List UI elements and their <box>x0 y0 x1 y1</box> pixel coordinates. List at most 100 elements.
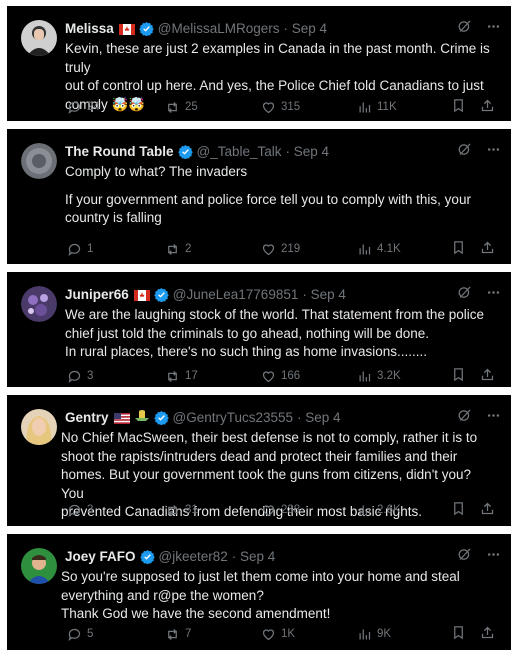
verified-badge-icon <box>154 287 169 302</box>
grok-icon[interactable] <box>457 142 472 160</box>
like-count: 219 <box>281 243 301 255</box>
grok-icon[interactable] <box>457 285 472 303</box>
views-icon <box>359 371 371 381</box>
retweet-icon <box>168 101 177 113</box>
avatar[interactable] <box>21 143 57 179</box>
verified-badge-icon <box>153 410 169 425</box>
retweet-icon <box>168 504 177 516</box>
tweet-line: chief just told the criminals to go ahea… <box>65 325 429 341</box>
tweet-line: shoot the rapists/intruders dead and pro… <box>61 448 458 464</box>
like-button[interactable]: 166 <box>261 367 300 385</box>
grok-icon[interactable] <box>457 408 472 426</box>
reply-icon <box>68 504 81 517</box>
more-options-icon[interactable] <box>486 142 501 160</box>
more-options-icon[interactable] <box>486 19 501 37</box>
tweet-line: homes. But your government took the guns… <box>61 467 472 501</box>
retweet-count: 17 <box>185 370 198 382</box>
tweet-header: The Round Table @_Table_Talk · Sep 4 <box>65 141 501 161</box>
more-options-icon[interactable] <box>486 408 501 426</box>
canada-flag-icon <box>133 289 150 301</box>
author-name[interactable]: Gentry <box>65 410 109 425</box>
heart-icon <box>262 628 275 640</box>
reply-icon <box>68 628 81 641</box>
views-count: 9K <box>377 628 392 640</box>
retweet-button[interactable]: 7 <box>165 625 191 643</box>
like-button[interactable]: 219 <box>261 240 300 258</box>
author-name[interactable]: Joey FAFO <box>65 549 136 564</box>
tweet-actions: 5 7 1K 9K <box>65 625 495 643</box>
tweet-line: country is falling <box>65 210 162 225</box>
like-button[interactable]: 315 <box>261 98 300 116</box>
tweet-date[interactable]: · Sep 4 <box>302 287 346 302</box>
tweet-line: We are the laughing stock of the world. … <box>65 307 484 322</box>
heart-icon <box>262 243 275 255</box>
like-button[interactable]: 1K <box>261 625 295 643</box>
tweet-card[interactable]: The Round Table @_Table_Talk · Sep 4 Com… <box>7 129 511 264</box>
bookmark-icon[interactable] <box>451 240 466 258</box>
views-button[interactable]: 9K <box>357 625 391 643</box>
reply-button[interactable]: 1 <box>67 240 93 258</box>
retweet-button[interactable]: 2 <box>165 240 191 258</box>
tweet-line: out of control up here. And yes, the Pol… <box>65 78 484 93</box>
reply-count: 3 <box>87 504 94 516</box>
tweet-line-spacer <box>65 182 495 191</box>
views-button[interactable]: 4.1K <box>357 240 401 258</box>
tweet-actions: 24 25 315 11K <box>65 98 495 116</box>
views-count: 3.2K <box>377 370 401 382</box>
retweet-icon <box>168 370 177 382</box>
author-name[interactable]: Melissa <box>65 21 114 36</box>
retweet-button[interactable]: 17 <box>165 367 198 385</box>
author-handle[interactable]: @JuneLea17769851 <box>173 287 299 302</box>
tweet-card[interactable]: Juniper66 @JuneLea17769851 · Sep 4 We ar… <box>7 272 511 387</box>
author-name[interactable]: Juniper66 <box>65 287 129 302</box>
share-icon[interactable] <box>480 367 495 385</box>
more-options-icon[interactable] <box>486 547 501 565</box>
retweet-button[interactable]: 31 <box>165 501 198 519</box>
views-button[interactable]: 2.6K <box>357 501 401 519</box>
tweet-date[interactable]: · Sep 4 <box>284 21 328 36</box>
like-button[interactable]: 238 <box>261 501 300 519</box>
share-icon[interactable] <box>480 501 495 519</box>
grok-icon[interactable] <box>457 19 472 37</box>
tweet-date[interactable]: · Sep 4 <box>297 410 341 425</box>
author-handle[interactable]: @MelissaLMRogers <box>158 21 280 36</box>
reply-button[interactable]: 24 <box>67 98 100 116</box>
reply-count: 24 <box>87 101 100 113</box>
avatar[interactable] <box>21 20 57 56</box>
share-icon[interactable] <box>480 98 495 116</box>
retweet-count: 31 <box>185 504 198 516</box>
tweet-header: Juniper66 @JuneLea17769851 · Sep 4 <box>65 284 501 304</box>
reply-button[interactable]: 3 <box>67 367 93 385</box>
author-handle[interactable]: @_Table_Talk <box>197 144 282 159</box>
bookmark-icon[interactable] <box>451 625 466 643</box>
author-handle[interactable]: @GentryTucs23555 <box>173 410 294 425</box>
tweet-actions: 3 31 238 2.6K <box>65 501 495 519</box>
author-name[interactable]: The Round Table <box>65 144 174 159</box>
grok-icon[interactable] <box>457 547 472 565</box>
tweet-date[interactable]: · Sep 4 <box>232 549 276 564</box>
tweet-date[interactable]: · Sep 4 <box>286 144 330 159</box>
reply-button[interactable]: 3 <box>67 501 93 519</box>
bookmark-icon[interactable] <box>451 367 466 385</box>
avatar[interactable] <box>21 409 57 445</box>
reply-button[interactable]: 5 <box>67 625 93 643</box>
avatar[interactable] <box>21 286 57 322</box>
views-icon <box>359 505 371 515</box>
avatar[interactable] <box>21 548 57 584</box>
views-button[interactable]: 3.2K <box>357 367 401 385</box>
more-options-icon[interactable] <box>486 285 501 303</box>
tweet-card[interactable]: Joey FAFO @jkeeter82 · Sep 4 So you're s… <box>7 534 511 650</box>
author-handle[interactable]: @jkeeter82 <box>159 549 228 564</box>
tweet-card[interactable]: Gentry @GentryTucs23555 · Sep 4 No Chief… <box>7 395 511 526</box>
retweet-count: 25 <box>185 101 198 113</box>
like-count: 1K <box>281 628 296 640</box>
tweet-card[interactable]: Melissa @MelissaLMRogers · Sep 4 Kevin, … <box>7 6 511 121</box>
bookmark-icon[interactable] <box>451 501 466 519</box>
retweet-count: 7 <box>185 628 192 640</box>
like-count: 315 <box>281 101 301 113</box>
share-icon[interactable] <box>480 240 495 258</box>
share-icon[interactable] <box>480 625 495 643</box>
views-button[interactable]: 11K <box>357 98 397 116</box>
retweet-button[interactable]: 25 <box>165 98 198 116</box>
bookmark-icon[interactable] <box>451 98 466 116</box>
